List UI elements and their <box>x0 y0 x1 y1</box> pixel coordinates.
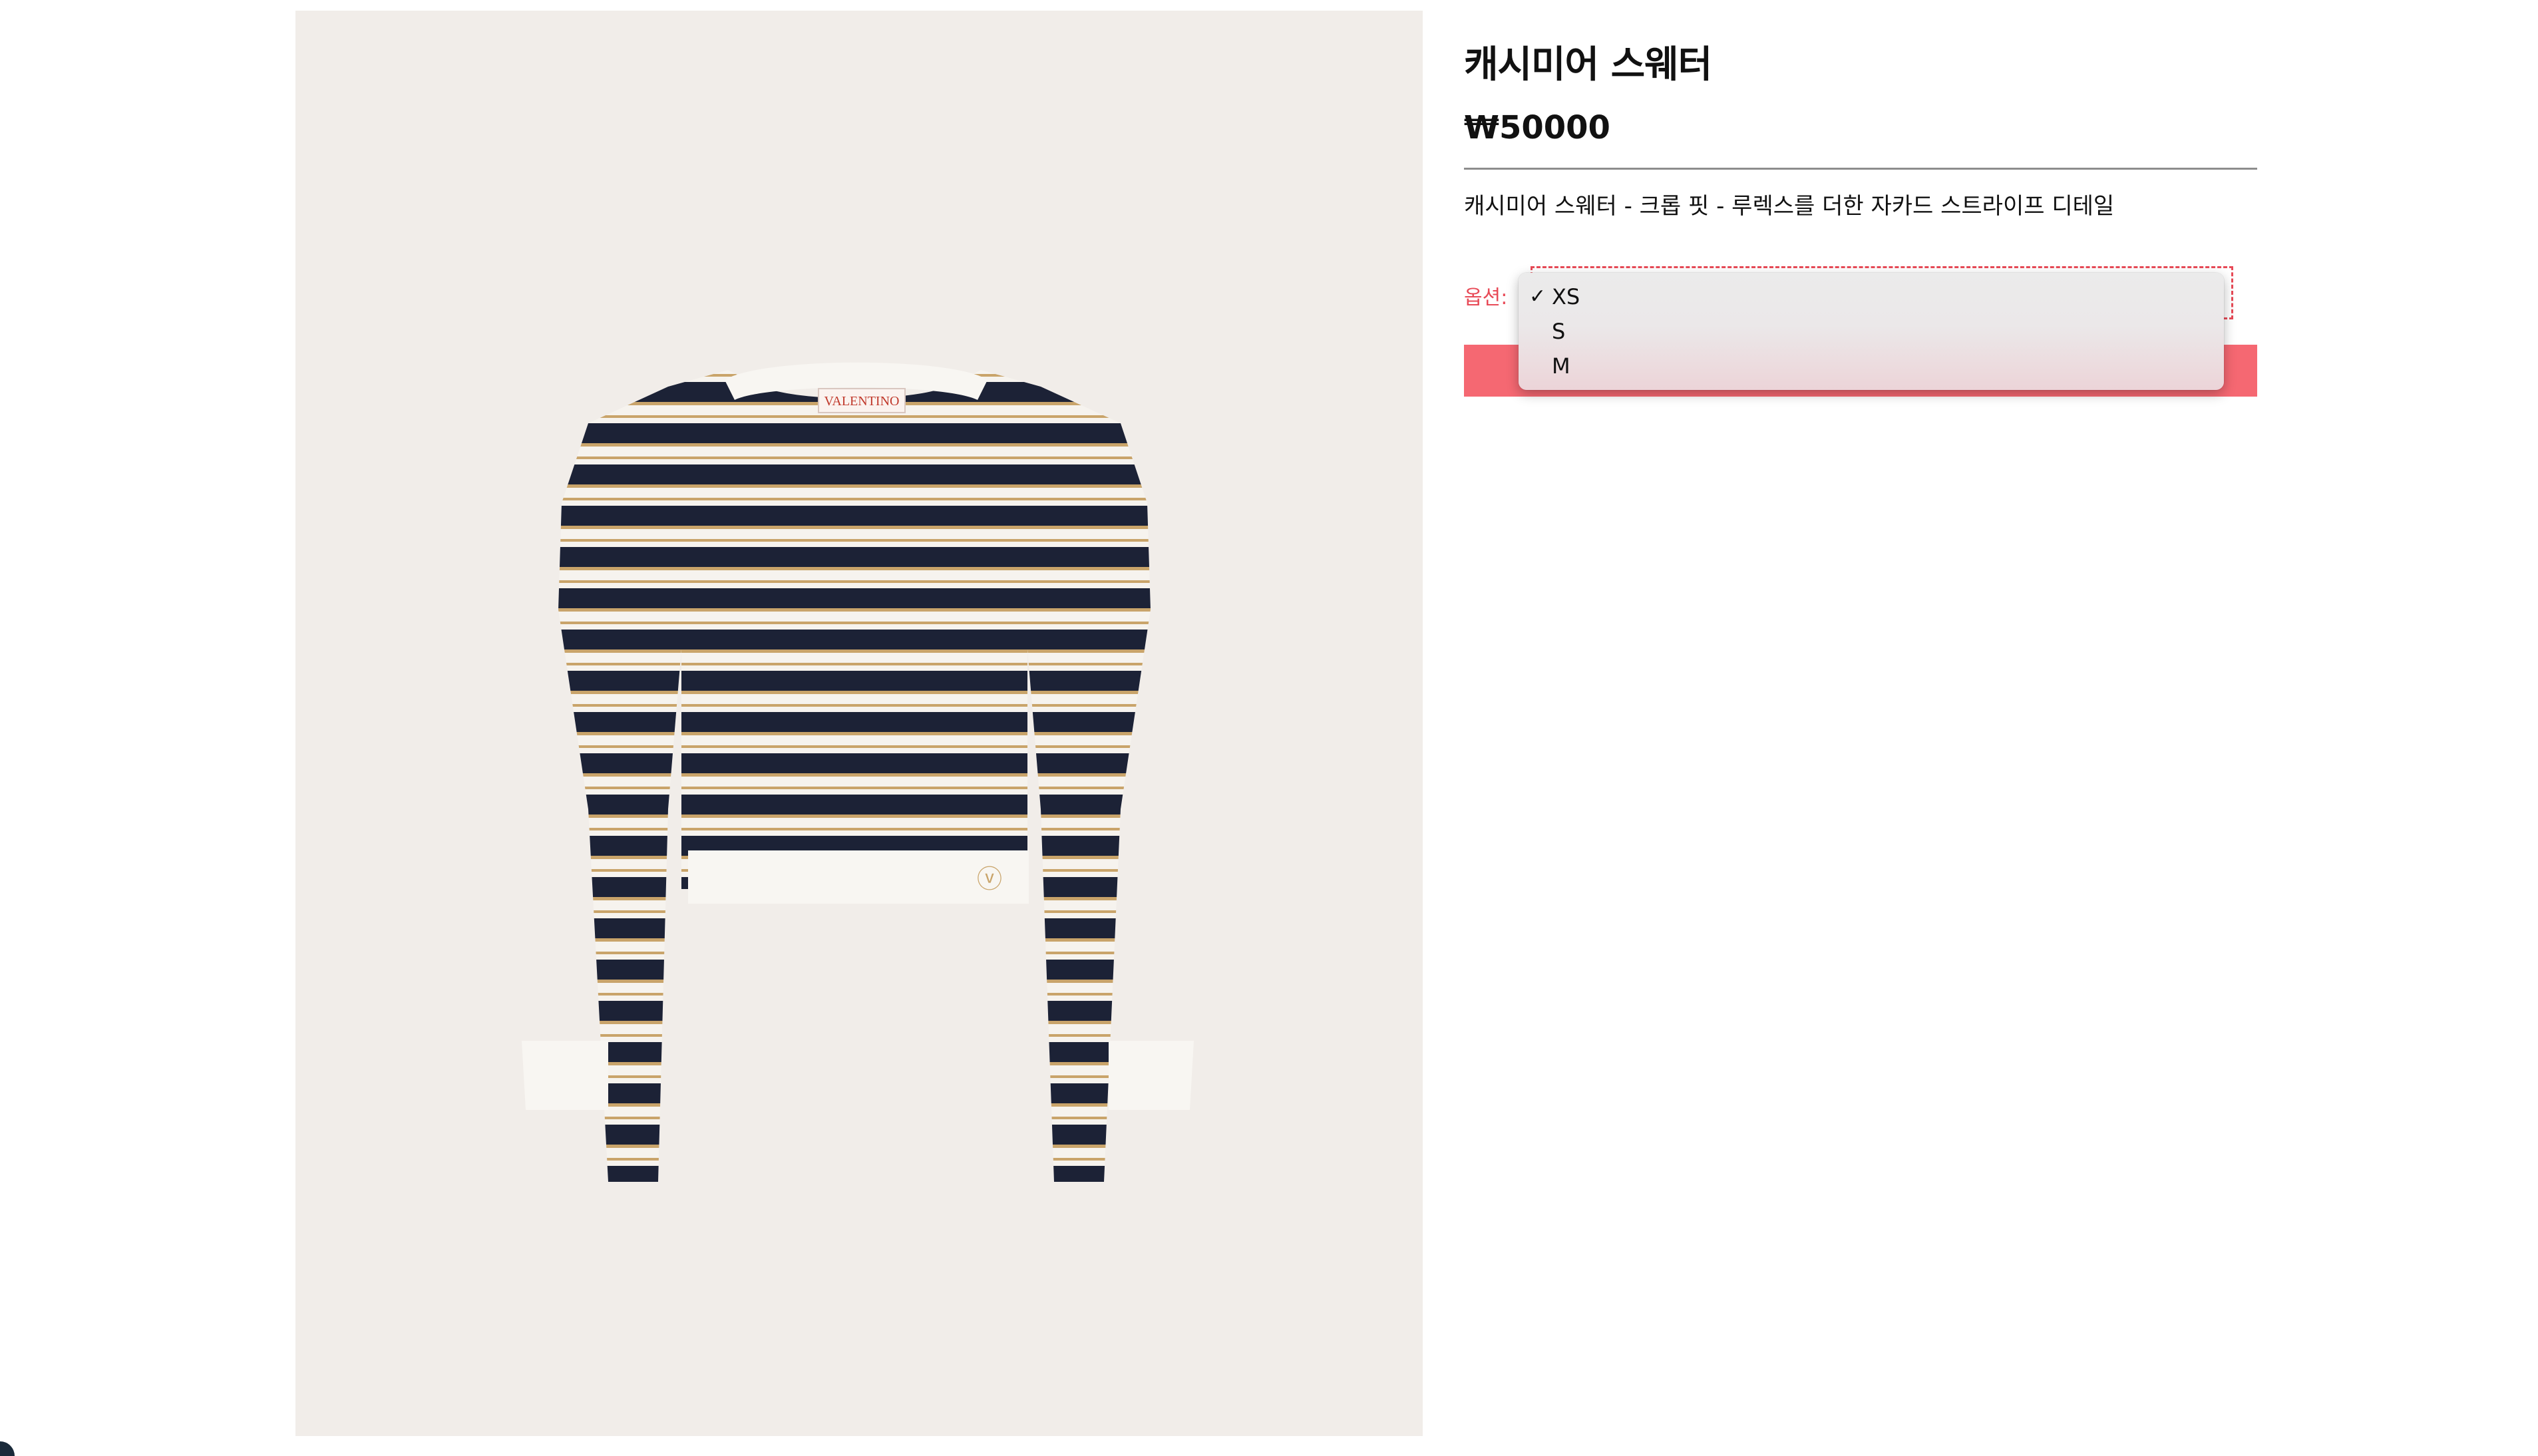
product-info: 캐시미어 스웨터 ₩50000 캐시미어 스웨터 - 크롭 핏 - 루렉스를 더… <box>1464 37 2257 223</box>
checkmark-icon: ✓ <box>1529 285 1546 308</box>
brand-label-text: VALENTINO <box>824 394 900 409</box>
left-cuff <box>522 1041 608 1110</box>
dropdown-option-m[interactable]: M <box>1519 349 2224 383</box>
product-image: VALENTINO ⓥ <box>295 11 1423 1436</box>
options-label: 옵션: <box>1464 286 1508 309</box>
dropdown-option-xs[interactable]: ✓ XS <box>1519 279 2224 314</box>
option-dropdown-list[interactable]: ✓ XS S M <box>1519 273 2224 390</box>
dropdown-option-label: S <box>1552 319 1566 344</box>
product-page: VALENTINO ⓥ 캐시미어 스웨터 ₩50000 캐시미어 스웨터 - 크… <box>0 0 2538 1456</box>
dropdown-option-label: XS <box>1552 284 1580 309</box>
product-title: 캐시미어 스웨터 <box>1464 43 1712 87</box>
right-cuff <box>1109 1041 1194 1110</box>
divider <box>1464 168 2257 170</box>
dropdown-option-label: M <box>1552 353 1570 379</box>
product-price: ₩50000 <box>1464 109 1610 146</box>
window-corner <box>0 1441 15 1456</box>
product-description: 캐시미어 스웨터 - 크롭 핏 - 루렉스를 더한 자카드 스트라이프 디테일 <box>1464 193 2115 220</box>
v-logo-icon: ⓥ <box>977 866 1002 894</box>
dropdown-option-s[interactable]: S <box>1519 314 2224 349</box>
striped-sweater-image: VALENTINO ⓥ <box>522 362 1194 1182</box>
